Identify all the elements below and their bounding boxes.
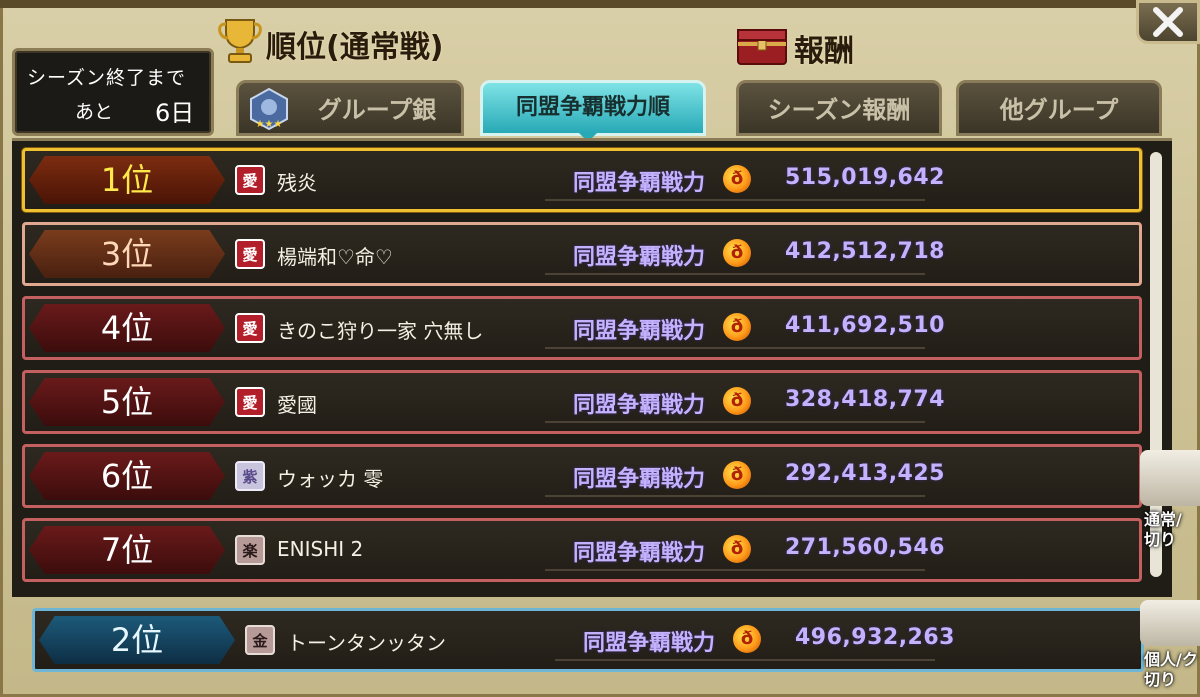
divider (545, 421, 925, 423)
trophy-icon (218, 19, 262, 63)
reward-section-title: 報酬 (794, 34, 854, 69)
divider (545, 273, 925, 275)
tab-other-group-label: 他グループ (999, 96, 1119, 124)
flame-swirl-icon: ð (723, 535, 751, 563)
rank-badge: 6位 (29, 452, 225, 500)
silver-rank-emblem-icon: ★★★ (250, 87, 288, 131)
tab-group-silver-label: グループ銀 (317, 96, 437, 124)
switch-personal-widget[interactable]: 個人/ク 切り (1140, 600, 1200, 697)
divider (545, 495, 925, 497)
tab-season-reward-label: シーズン報酬 (767, 96, 911, 124)
rank-badge: 3位 (29, 230, 225, 278)
alliance-name: 愛國 (277, 393, 317, 417)
power-value: 411,692,510 (785, 313, 945, 338)
rank-badge: 1位 (29, 156, 225, 204)
flame-swirl-icon: ð (723, 165, 751, 193)
top-border (0, 0, 1200, 8)
tab-alliance-power-ranking[interactable]: 同盟争覇戦力順 (480, 80, 706, 136)
season-remaining-label: あと (75, 101, 114, 123)
flame-swirl-icon: ð (723, 313, 751, 341)
switch-personal-label-line2: 切り (1144, 670, 1177, 689)
power-label: 同盟争覇戦力 (573, 467, 706, 492)
divider (555, 659, 935, 661)
switch-mode-label-line1: 通常/ (1144, 510, 1182, 529)
building-icon (1140, 600, 1200, 646)
power-label: 同盟争覇戦力 (573, 171, 706, 196)
close-icon (1153, 7, 1183, 37)
ranking-section-title: 順位(通常戦) (266, 30, 444, 65)
power-label: 同盟争覇戦力 (583, 631, 716, 656)
alliance-flag-icon: 愛 (235, 239, 265, 269)
switch-mode-label-line2: 切り (1144, 530, 1177, 549)
power-value: 328,418,774 (785, 387, 945, 412)
power-value: 412,512,718 (785, 239, 945, 264)
power-label: 同盟争覇戦力 (573, 319, 706, 344)
flame-swirl-icon: ð (723, 239, 751, 267)
tab-alliance-power-ranking-label: 同盟争覇戦力順 (515, 95, 670, 120)
rank-badge: 4位 (29, 304, 225, 352)
switch-personal-label-line1: 個人/ク (1144, 650, 1198, 669)
divider (545, 347, 925, 349)
ranking-row[interactable]: 3位 愛 楊端和♡命♡ 同盟争覇戦力 ð 412,512,718 (22, 222, 1142, 286)
alliance-name: ウォッカ 零 (277, 467, 384, 491)
my-alliance-row[interactable]: 2位 金 トーンタンッタン 同盟争覇戦力 ð 496,932,263 (32, 608, 1144, 672)
power-value: 271,560,546 (785, 535, 945, 560)
alliance-name: 楊端和♡命♡ (277, 245, 393, 269)
castle-icon (1140, 450, 1200, 506)
power-label: 同盟争覇戦力 (573, 245, 706, 270)
rank-badge: 5位 (29, 378, 225, 426)
ranking-row[interactable]: 1位 愛 残炎 同盟争覇戦力 ð 515,019,642 (22, 148, 1142, 212)
divider (545, 569, 925, 571)
tab-group-silver[interactable]: ★★★ グループ銀 (236, 80, 464, 136)
power-label: 同盟争覇戦力 (573, 393, 706, 418)
alliance-name: 残炎 (277, 171, 317, 195)
svg-text:★★★: ★★★ (256, 119, 283, 130)
ranking-row[interactable]: 7位 楽 ENISHI 2 同盟争覇戦力 ð 271,560,546 (22, 518, 1142, 582)
alliance-name: ENISHI 2 (277, 537, 364, 561)
alliance-flag-icon: 愛 (235, 165, 265, 195)
rank-badge: 7位 (29, 526, 225, 574)
power-value: 292,413,425 (785, 461, 945, 486)
ranking-row[interactable]: 4位 愛 きのこ狩り一家 穴無し 同盟争覇戦力 ð 411,692,510 (22, 296, 1142, 360)
tab-season-reward[interactable]: シーズン報酬 (736, 80, 942, 136)
alliance-flag-icon: 愛 (235, 387, 265, 417)
season-countdown-label: シーズン終了まで (27, 67, 187, 89)
power-value: 496,932,263 (795, 625, 955, 650)
alliance-flag-icon: 愛 (235, 313, 265, 343)
treasure-chest-icon (737, 29, 787, 65)
rank-badge: 2位 (39, 616, 235, 664)
power-label: 同盟争覇戦力 (573, 541, 706, 566)
power-value: 515,019,642 (785, 165, 945, 190)
ranking-row[interactable]: 6位 紫 ウォッカ 零 同盟争覇戦力 ð 292,413,425 (22, 444, 1142, 508)
ranking-row[interactable]: 5位 愛 愛國 同盟争覇戦力 ð 328,418,774 (22, 370, 1142, 434)
alliance-flag-icon: 金 (245, 625, 275, 655)
divider (545, 199, 925, 201)
season-days-remaining: 6日 (155, 99, 195, 127)
season-countdown-box: シーズン終了まで あと 6日 (12, 48, 214, 136)
switch-mode-widget[interactable]: 通常/ 切り (1140, 450, 1200, 570)
alliance-flag-icon: 紫 (235, 461, 265, 491)
flame-swirl-icon: ð (733, 625, 761, 653)
tab-other-group[interactable]: 他グループ (956, 80, 1162, 136)
flame-swirl-icon: ð (723, 387, 751, 415)
alliance-name: きのこ狩り一家 穴無し (277, 319, 484, 343)
alliance-flag-icon: 楽 (235, 535, 265, 565)
alliance-name: トーンタンッタン (287, 631, 446, 655)
close-button[interactable] (1136, 0, 1200, 44)
flame-swirl-icon: ð (723, 461, 751, 489)
